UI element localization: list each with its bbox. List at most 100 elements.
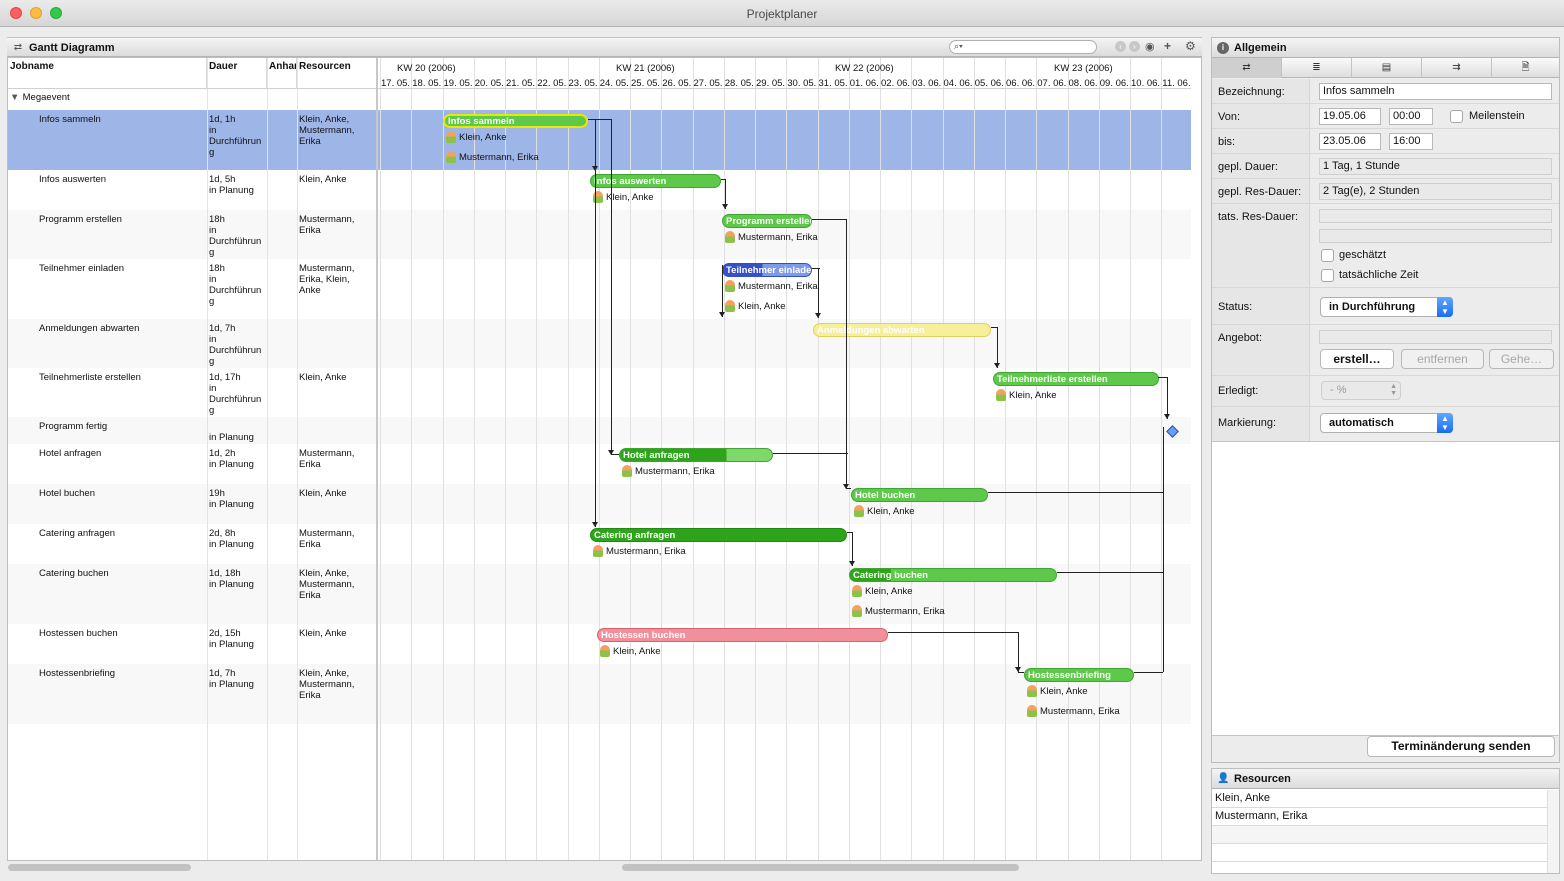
von-date-field[interactable]: 19.05.06 bbox=[1319, 108, 1381, 125]
task-name[interactable]: Programm fertig bbox=[39, 421, 204, 432]
task-duration: 1d, 7h in Durchführun g bbox=[209, 323, 262, 367]
column-divider[interactable] bbox=[376, 58, 378, 860]
geschaetzt-checkbox[interactable] bbox=[1321, 249, 1334, 262]
timeline-horizontal-scrollbar[interactable] bbox=[622, 864, 1019, 871]
gantt-bar[interactable]: Teilnehmerliste erstellen bbox=[993, 372, 1159, 386]
gantt-bar[interactable]: Programm erstellen bbox=[722, 214, 812, 228]
status-value: in Durchführung bbox=[1329, 301, 1416, 313]
date-label: 28. 05. bbox=[724, 78, 754, 89]
resources-panel-header: 👤 Resourcen bbox=[1212, 769, 1559, 789]
gantt-panel-title: Gantt Diagramm bbox=[29, 42, 115, 54]
status-popup[interactable]: in Durchführung ▲ ▼ bbox=[1320, 297, 1453, 317]
tab-list[interactable]: ≣ bbox=[1282, 58, 1352, 78]
task-name[interactable]: Infos sammeln bbox=[39, 114, 204, 125]
list-horizontal-scrollbar[interactable] bbox=[8, 864, 191, 871]
gantt-bar[interactable]: Anmeldungen abwarten bbox=[813, 323, 991, 337]
resources-panel-title: Resourcen bbox=[1234, 773, 1291, 785]
bis-time-field[interactable]: 16:00 bbox=[1389, 133, 1433, 150]
von-time-field[interactable]: 00:00 bbox=[1389, 108, 1433, 125]
resources-vertical-scrollbar[interactable] bbox=[1547, 790, 1559, 873]
date-label: 21. 05. bbox=[506, 78, 536, 89]
col-header-dauer[interactable]: Dauer bbox=[207, 58, 267, 89]
task-name[interactable]: Infos auswerten bbox=[39, 174, 204, 185]
col-header-jobname[interactable]: Jobname bbox=[8, 58, 207, 89]
tab-resources[interactable]: ▤ bbox=[1352, 58, 1422, 78]
bar-resource-label: Klein, Anke bbox=[600, 645, 661, 657]
gantt-bar[interactable]: Teilnehmer einladen bbox=[722, 263, 812, 277]
col-header-resourcen[interactable]: Resourcen bbox=[297, 58, 378, 89]
gantt-bar[interactable]: Hostessenbriefing bbox=[1024, 668, 1134, 682]
date-label: 06. 06. bbox=[1006, 78, 1036, 89]
angebot-erstellen-button[interactable]: erstell… bbox=[1320, 349, 1394, 369]
nav-forward-icon[interactable]: › bbox=[1129, 41, 1140, 52]
task-duration: 18h in Durchführun g bbox=[209, 263, 262, 307]
bar-resource-label: Mustermann, Erika bbox=[852, 605, 945, 617]
task-duration: 1d, 5h in Planung bbox=[209, 174, 254, 196]
task-name[interactable]: Programm erstellen bbox=[39, 214, 204, 225]
geschaetzt-label: geschätzt bbox=[1339, 249, 1387, 261]
day-gridline bbox=[786, 58, 788, 860]
resource-item[interactable]: Mustermann, Erika bbox=[1212, 808, 1547, 826]
task-resources: Klein, Anke, Mustermann, Erika bbox=[299, 568, 355, 601]
day-gridline bbox=[1067, 58, 1069, 860]
gantt-bar[interactable]: Infos sammeln bbox=[443, 114, 588, 128]
dependency-line bbox=[1018, 632, 1019, 672]
date-label: 31. 05. bbox=[818, 78, 848, 89]
task-name[interactable]: Hostessen buchen bbox=[39, 628, 204, 639]
terminaenderung-senden-button[interactable]: Terminänderung senden bbox=[1367, 736, 1555, 757]
day-gridline bbox=[973, 58, 975, 860]
task-name[interactable]: Hotel buchen bbox=[39, 488, 204, 499]
task-name[interactable]: Teilnehmerliste erstellen bbox=[39, 372, 204, 383]
eye-icon[interactable]: ◉ bbox=[1145, 40, 1155, 53]
dependency-line bbox=[1163, 427, 1164, 672]
stepper-arrows-icon[interactable]: ▲ ▼ bbox=[1390, 383, 1397, 397]
erledigt-stepper[interactable]: - % ▲ ▼ bbox=[1321, 381, 1401, 400]
task-name[interactable]: Catering buchen bbox=[39, 568, 204, 579]
details-tabbar: ⇄ ≣ ▤ ⇉ 🗎 bbox=[1212, 58, 1559, 78]
tab-general[interactable]: ⇄ bbox=[1212, 58, 1282, 78]
date-label: 07. 06. bbox=[1037, 78, 1067, 89]
dependency-arrow bbox=[592, 166, 598, 171]
angebot-gehe-button[interactable]: Gehe… bbox=[1489, 349, 1554, 369]
task-name[interactable]: Catering anfragen bbox=[39, 528, 204, 539]
tatsaechliche-zeit-checkbox[interactable] bbox=[1321, 269, 1334, 282]
date-label: 05. 06. bbox=[974, 78, 1004, 89]
bar-resource-label: Mustermann, Erika bbox=[725, 280, 818, 292]
meilenstein-checkbox[interactable] bbox=[1450, 110, 1463, 123]
gear-icon[interactable]: ⚙ bbox=[1185, 39, 1196, 53]
tats-res-dauer-field bbox=[1319, 209, 1552, 223]
bezeichnung-field[interactable]: Infos sammeln bbox=[1319, 83, 1552, 100]
angebot-entfernen-button[interactable]: entfernen bbox=[1401, 349, 1484, 369]
task-duration: 1d, 2h in Planung bbox=[209, 448, 254, 470]
task-duration: 1d, 18h in Planung bbox=[209, 568, 254, 590]
task-name[interactable]: Hotel anfragen bbox=[39, 448, 204, 459]
gantt-bar[interactable]: Hotel buchen bbox=[851, 488, 988, 502]
label-angebot: Angebot: bbox=[1218, 332, 1263, 344]
label-erledigt: Erledigt: bbox=[1218, 385, 1259, 397]
gantt-search-input[interactable] bbox=[972, 42, 1092, 52]
gantt-bar[interactable]: Catering buchen bbox=[849, 568, 1057, 582]
nav-back-icon[interactable]: ‹ bbox=[1115, 41, 1126, 52]
dependency-line bbox=[773, 453, 848, 454]
markierung-popup[interactable]: automatisch ▲ ▼ bbox=[1320, 413, 1453, 433]
tab-dependencies[interactable]: ⇉ bbox=[1422, 58, 1492, 78]
day-gridline bbox=[473, 58, 475, 860]
task-name[interactable]: Anmeldungen abwarten bbox=[39, 323, 204, 334]
col-header-anhang[interactable]: Anhang bbox=[267, 58, 297, 89]
task-name[interactable]: Hostessenbriefing bbox=[39, 668, 204, 679]
dependency-line bbox=[1018, 672, 1024, 673]
notes-textarea[interactable] bbox=[1212, 441, 1559, 736]
gantt-bar[interactable]: Hostessen buchen bbox=[597, 628, 888, 642]
tab-notes[interactable]: 🗎 bbox=[1492, 58, 1559, 78]
bis-date-field[interactable]: 23.05.06 bbox=[1319, 133, 1381, 150]
group-row-megaevent[interactable]: ▼ Megaevent bbox=[10, 92, 70, 106]
date-label: 08. 06. bbox=[1068, 78, 1098, 89]
gantt-bar[interactable]: Catering anfragen bbox=[590, 528, 847, 542]
gantt-search-field[interactable]: ⌕▾ bbox=[949, 40, 1097, 54]
gantt-bar[interactable]: Infos auswerten bbox=[590, 174, 721, 188]
gantt-bar[interactable]: Hotel anfragen bbox=[619, 448, 773, 462]
resource-item[interactable]: Klein, Anke bbox=[1212, 790, 1547, 808]
add-icon[interactable]: + bbox=[1164, 39, 1171, 53]
task-name[interactable]: Teilnehmer einladen bbox=[39, 263, 204, 274]
disclosure-triangle-icon[interactable]: ▼ bbox=[10, 92, 20, 103]
